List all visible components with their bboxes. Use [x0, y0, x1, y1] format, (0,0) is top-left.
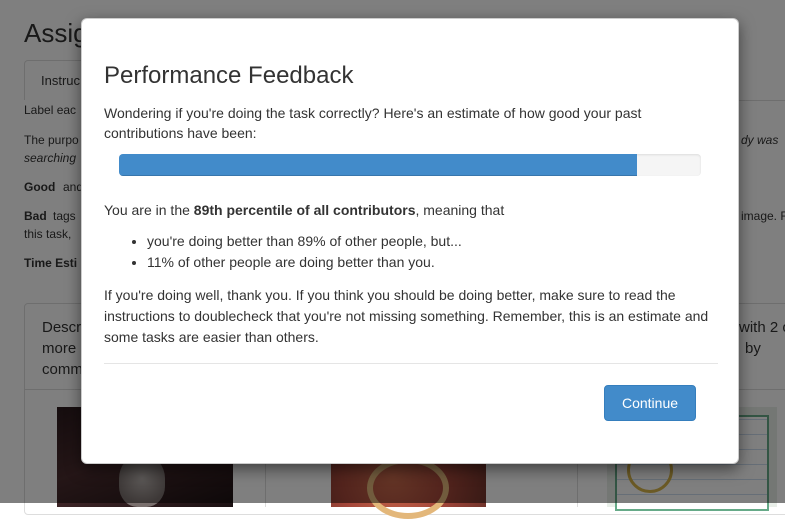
- modal-guidance-text: If you're doing well, thank you. If you …: [104, 287, 709, 345]
- percentile-value: 89th percentile of all contributors: [193, 202, 416, 218]
- percentile-prefix: You are in the: [104, 202, 194, 218]
- list-item: 11% of other people are doing better tha…: [147, 252, 462, 273]
- percentile-details-list: you're doing better than 89% of other pe…: [104, 231, 462, 273]
- percentile-suffix: , meaning that: [415, 202, 505, 218]
- continue-button[interactable]: Continue: [604, 385, 696, 421]
- list-item: you're doing better than 89% of other pe…: [147, 231, 462, 252]
- performance-progress-bar: [119, 154, 701, 176]
- modal-footer-divider: [104, 363, 718, 364]
- performance-feedback-modal: Performance Feedback Wondering if you're…: [81, 18, 739, 464]
- modal-intro-text: Wondering if you're doing the task corre…: [104, 105, 642, 141]
- modal-title: Performance Feedback: [104, 62, 354, 89]
- percentile-statement: You are in the 89th percentile of all co…: [104, 200, 504, 220]
- progress-bar-fill: [119, 154, 637, 176]
